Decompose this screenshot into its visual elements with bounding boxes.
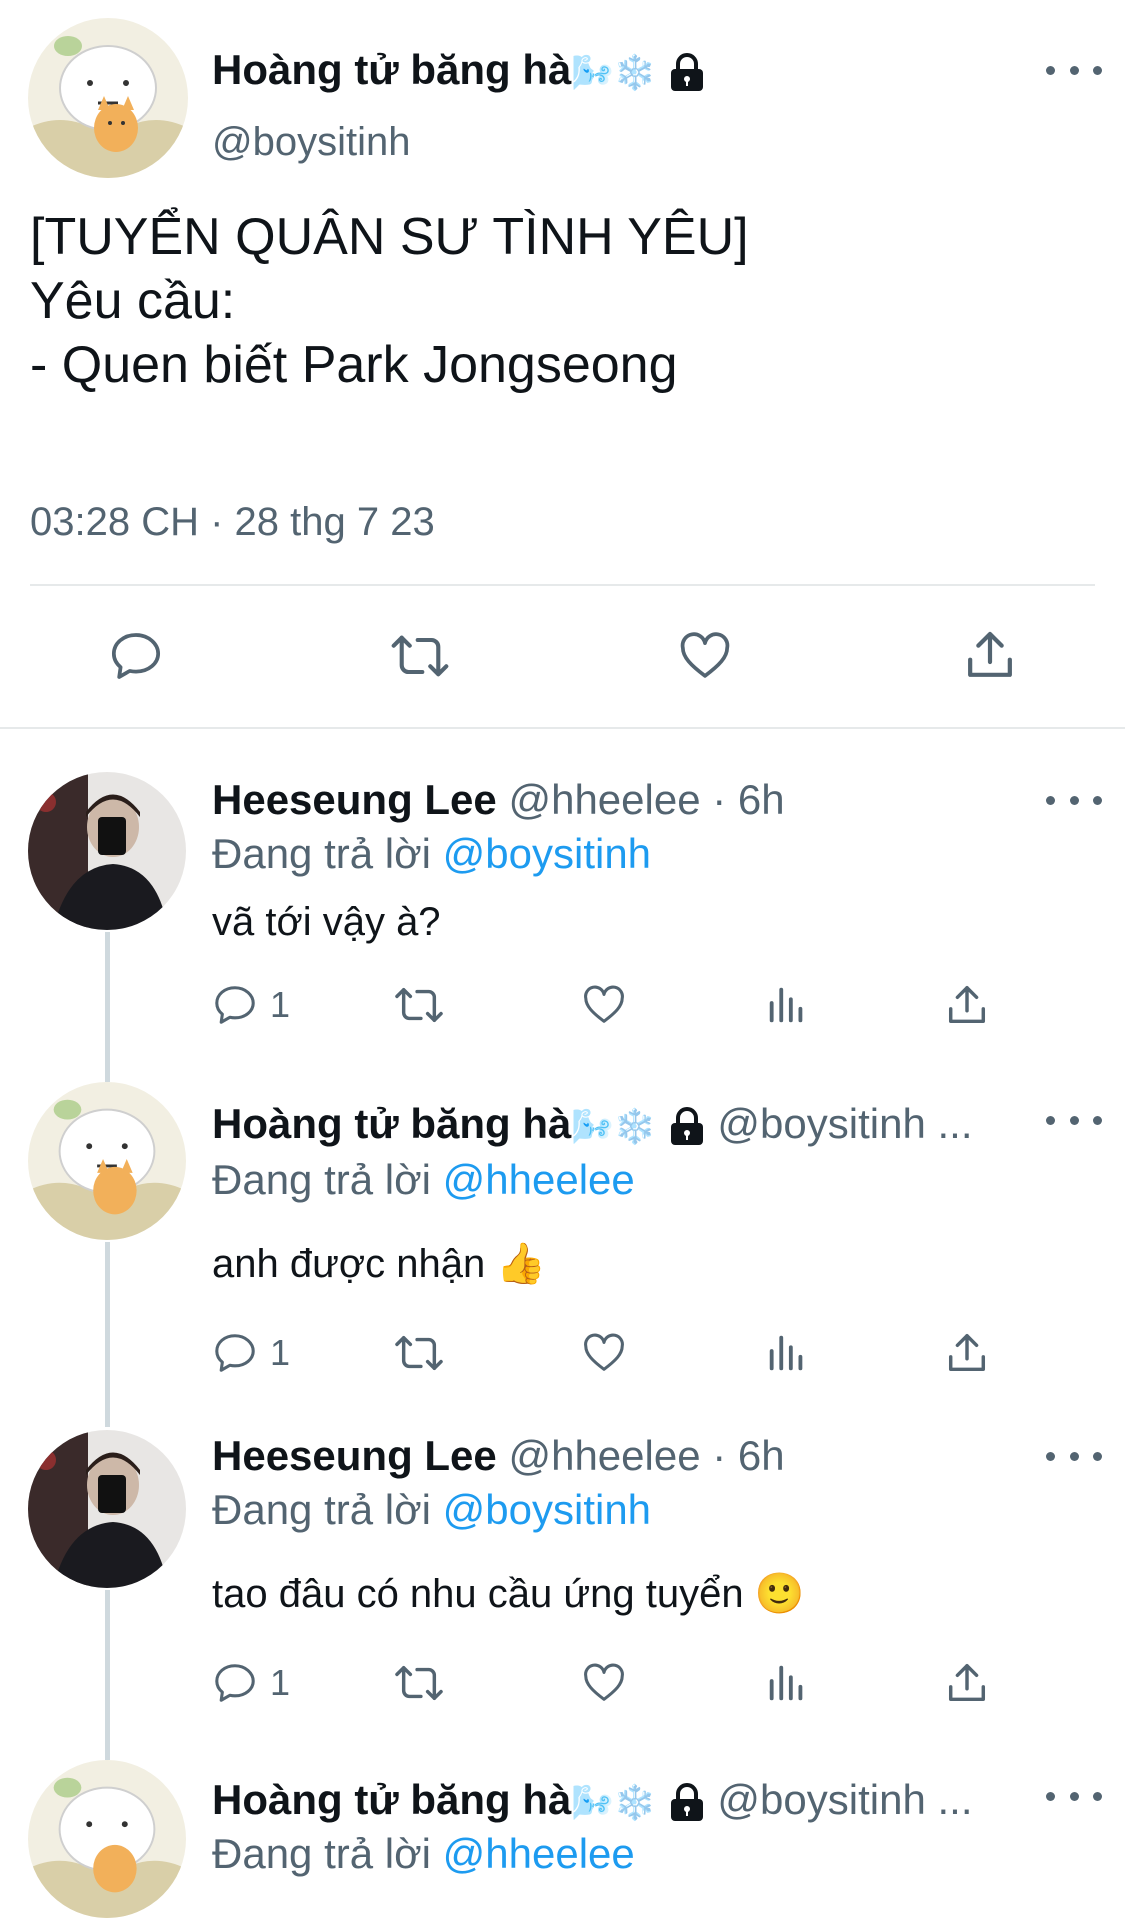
retweet-button[interactable] — [392, 982, 446, 1028]
reply-icon — [212, 1330, 258, 1376]
retweet-button[interactable] — [392, 1660, 446, 1706]
author-handle[interactable]: @boysitinh — [212, 120, 410, 165]
reply-handle[interactable]: @boysitinh ... — [717, 1776, 972, 1823]
replying-prefix: Đang trả lời — [212, 1486, 431, 1533]
lock-icon — [668, 1782, 706, 1823]
share-icon — [944, 1330, 990, 1376]
tweet-text-line: - Quen biết Park Jongseong — [30, 336, 678, 394]
reply-text: tao đâu có nhu cầu ứng tuyển 🙂 — [212, 1572, 805, 1616]
replying-prefix: Đang trả lời — [212, 1830, 431, 1877]
more-icon[interactable] — [1046, 790, 1102, 810]
views-icon — [764, 982, 810, 1028]
more-icon[interactable] — [1046, 1110, 1102, 1130]
reply-name-line: Heeseung Lee @hheelee · 6h — [212, 776, 785, 824]
heart-icon — [580, 982, 628, 1028]
name-emojis: 🌬️❄️ — [571, 1108, 657, 1146]
replying-to-line: Đang trả lời @hheelee — [212, 1830, 635, 1878]
share-button[interactable] — [944, 982, 990, 1028]
reply-display-name[interactable]: Hoàng tử băng hà — [212, 1776, 571, 1823]
views-button[interactable] — [764, 1660, 810, 1706]
replying-prefix: Đang trả lời — [212, 830, 431, 877]
thread-line — [105, 1242, 110, 1427]
share-button[interactable] — [962, 626, 1018, 684]
reply-button[interactable]: 1 — [212, 1330, 290, 1376]
reply-display-name[interactable]: Hoàng tử băng hà — [212, 1100, 571, 1147]
reply-count: 1 — [270, 984, 291, 1025]
retweet-button[interactable] — [388, 628, 452, 684]
reply-name-line: Hoàng tử băng hà🌬️❄️ @boysitinh ... — [212, 1100, 973, 1148]
views-icon — [764, 1660, 810, 1706]
share-icon — [944, 982, 990, 1028]
share-button[interactable] — [944, 1660, 990, 1706]
reply-avatar[interactable] — [28, 1760, 186, 1918]
reply-text: anh được nhận 👍 — [212, 1242, 547, 1286]
more-icon[interactable] — [1046, 1446, 1102, 1466]
heart-icon — [680, 632, 730, 678]
tweet-timestamp[interactable]: 03:28 CH · 28 thg 7 23 — [30, 500, 435, 545]
lock-icon — [668, 52, 706, 93]
replying-to-line: Đang trả lời @boysitinh — [212, 1486, 651, 1534]
reply-handle[interactable]: @boysitinh ... — [717, 1100, 972, 1147]
divider — [30, 584, 1095, 586]
views-button[interactable] — [764, 1330, 810, 1376]
share-icon — [944, 1660, 990, 1706]
thread-line — [105, 932, 110, 1082]
replying-to-line: Đang trả lời @hheelee — [212, 1156, 635, 1204]
more-icon[interactable] — [1046, 60, 1102, 80]
retweet-icon — [392, 1660, 446, 1706]
reply-time[interactable]: · 6h — [712, 776, 784, 823]
replying-to-link[interactable]: @boysitinh — [443, 1486, 651, 1533]
like-button[interactable] — [676, 628, 734, 684]
views-icon — [764, 1330, 810, 1376]
more-icon[interactable] — [1046, 1786, 1102, 1806]
replying-prefix: Đang trả lời — [212, 1156, 431, 1203]
retweet-icon — [392, 982, 446, 1028]
retweet-button[interactable] — [392, 1330, 446, 1376]
heart-icon — [580, 1330, 628, 1376]
retweet-icon — [392, 1330, 446, 1376]
tweet-text: [TUYỂN QUÂN SƯ TÌNH YÊU] Yêu cầu: - Quen… — [30, 205, 749, 397]
replying-to-line: Đang trả lời @boysitinh — [212, 830, 651, 878]
author-name-line: Hoàng tử băng hà🌬️❄️ — [212, 46, 706, 94]
share-button[interactable] — [944, 1330, 990, 1376]
lock-icon — [668, 1106, 706, 1147]
reply-button[interactable]: 1 — [212, 982, 290, 1028]
tweet-text-line: Yêu cầu: — [30, 272, 236, 330]
tweet-text-line: [TUYỂN QUÂN SƯ TÌNH YÊU] — [30, 208, 749, 266]
reply-icon — [111, 633, 161, 679]
section-divider — [0, 727, 1125, 729]
reply-display-name[interactable]: Heeseung Lee — [212, 776, 497, 823]
author-display-name[interactable]: Hoàng tử băng hà — [212, 46, 571, 93]
replying-to-link[interactable]: @boysitinh — [443, 830, 651, 877]
reply-button[interactable]: 1 — [212, 1660, 290, 1706]
like-button[interactable] — [580, 982, 628, 1028]
reply-text: vã tới vậy à? — [212, 900, 441, 944]
thread-line — [105, 1590, 110, 1760]
reply-avatar[interactable] — [28, 1430, 186, 1588]
reply-display-name[interactable]: Heeseung Lee — [212, 1432, 497, 1479]
reply-count: 1 — [270, 1662, 291, 1703]
author-avatar[interactable] — [28, 18, 188, 178]
replying-to-link[interactable]: @hheelee — [443, 1830, 635, 1877]
like-button[interactable] — [580, 1330, 628, 1376]
retweet-icon — [391, 635, 449, 677]
reply-avatar[interactable] — [28, 1082, 186, 1240]
name-emojis: 🌬️❄️ — [571, 1784, 657, 1822]
reply-name-line: Hoàng tử băng hà🌬️❄️ @boysitinh ... — [212, 1776, 973, 1824]
reply-count: 1 — [270, 1332, 291, 1373]
reply-icon — [212, 1660, 258, 1706]
views-button[interactable] — [764, 982, 810, 1028]
heart-icon — [580, 1660, 628, 1706]
reply-avatar[interactable] — [28, 772, 186, 930]
share-icon — [968, 631, 1012, 677]
reply-time[interactable]: · 6h — [712, 1432, 784, 1479]
reply-handle[interactable]: @hheelee — [508, 1432, 700, 1479]
reply-name-line: Heeseung Lee @hheelee · 6h — [212, 1432, 785, 1480]
reply-button[interactable] — [108, 628, 164, 684]
replying-to-link[interactable]: @hheelee — [443, 1156, 635, 1203]
reply-handle[interactable]: @hheelee — [508, 776, 700, 823]
name-emojis: 🌬️❄️ — [571, 54, 657, 92]
reply-icon — [212, 982, 258, 1028]
like-button[interactable] — [580, 1660, 628, 1706]
